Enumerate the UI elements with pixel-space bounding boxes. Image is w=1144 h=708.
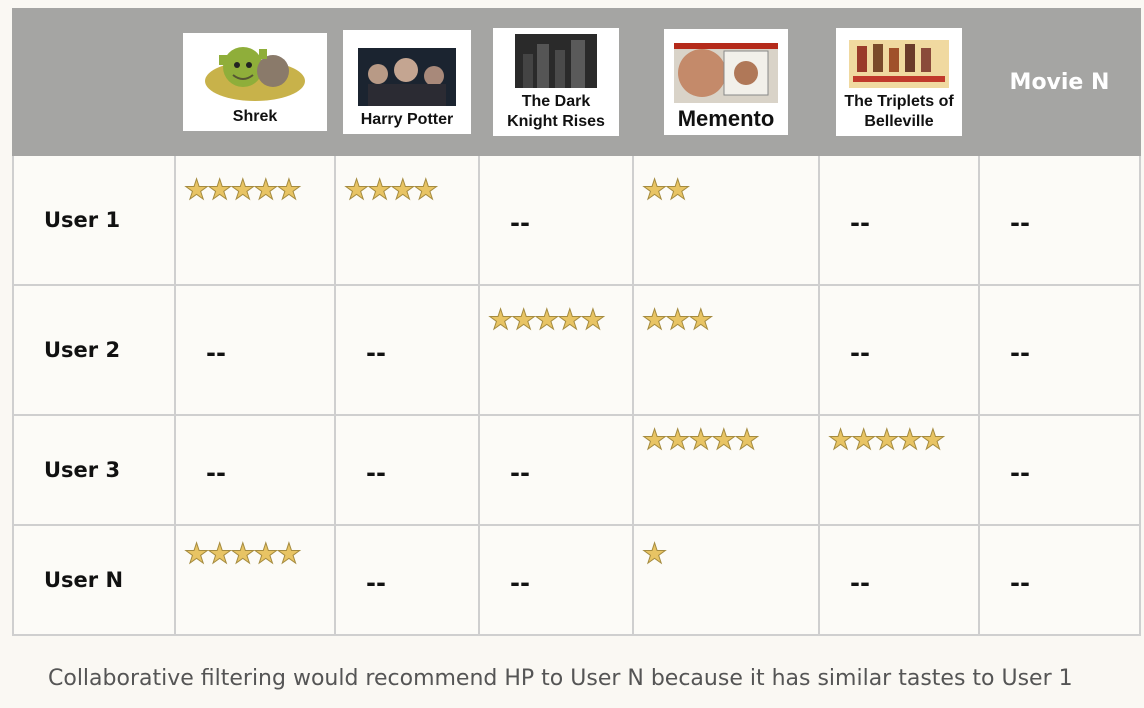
no-rating: -- [1010,339,1030,367]
rating-cell: ★★★★★ [478,284,634,416]
movie-title: The Dark Knight Rises [507,93,605,130]
memento-poster: Memento [664,29,788,135]
movie-title: Memento [677,106,775,131]
rating-cell: ★★★★★ [632,414,820,526]
no-rating: -- [1010,569,1030,597]
no-rating: -- [366,569,386,597]
ratings-matrix: Shrek Harry Potter The Dark Knight Rises… [12,8,1141,636]
no-rating: -- [366,459,386,487]
user-label: User 3 [44,458,121,482]
rating-cell: -- [818,154,980,286]
star-rating-icon: ★★★★★ [642,423,761,456]
shrek-poster: Shrek [183,33,327,131]
no-rating: -- [206,459,226,487]
rating-cell: ★★★★ [334,154,480,286]
no-rating: -- [1010,459,1030,487]
user-cell: User 2 [12,284,176,416]
rating-cell: -- [818,524,980,636]
triplets-poster-icon [849,40,949,88]
rating-cell: -- [818,284,980,416]
no-rating: -- [850,569,870,597]
rating-cell: -- [978,414,1141,526]
movie-header-shrek: Shrek [174,8,336,156]
caption-text: Collaborative filtering would recommend … [48,666,1073,691]
rating-cell: ★ [632,524,820,636]
rating-cell: -- [478,414,634,526]
no-rating: -- [206,339,226,367]
user-cell: User 1 [12,154,176,286]
movie-title: Movie N [1009,69,1110,95]
star-rating-icon: ★★★ [641,303,713,336]
rating-cell: ★★★★★ [174,524,336,636]
star-rating-icon: ★★ [641,173,690,206]
user-label: User 2 [44,338,121,362]
corner-cell [12,8,176,156]
movie-header-harry-potter: Harry Potter [334,8,480,156]
rating-cell: -- [978,284,1141,416]
no-rating: -- [510,209,530,237]
triplets-poster: The Triplets of Belleville [836,28,962,136]
rating-cell: -- [978,154,1141,286]
memento-poster-icon [674,43,778,103]
rating-cell: -- [478,154,634,286]
user-row: User 2 -- -- ★★★★★ ★★★ -- -- [12,284,1141,416]
movie-header-triplets: The Triplets of Belleville [818,8,980,156]
user-cell: User N [12,524,176,636]
star-rating-icon: ★★★★★ [828,423,947,456]
user-label: User N [44,568,124,592]
rating-cell: -- [174,414,336,526]
rating-cell: ★★★★★ [174,154,336,286]
rating-cell: -- [174,284,336,416]
star-rating-icon: ★★★★★ [184,537,303,570]
rating-cell: -- [978,524,1141,636]
no-rating: -- [1010,209,1030,237]
movie-header-dark-knight: The Dark Knight Rises [478,8,634,156]
star-rating-icon: ★ [641,537,667,570]
user-row: User N ★★★★★ -- -- ★ -- -- [12,524,1141,636]
rating-cell: -- [334,414,480,526]
harry-potter-poster-icon [358,48,456,106]
star-rating-icon: ★★★★★ [184,173,303,206]
user-row: User 3 -- -- -- ★★★★★ ★★★★★ -- [12,414,1141,526]
no-rating: -- [850,209,870,237]
movie-header-memento: Memento [632,8,820,156]
rating-cell: ★★ [632,154,820,286]
no-rating: -- [510,459,530,487]
user-row: User 1 ★★★★★ ★★★★ -- ★★ -- -- [12,154,1141,286]
movie-title: Harry Potter [360,111,454,128]
no-rating: -- [510,569,530,597]
movie-header-movie-n: Movie N [978,8,1141,156]
user-cell: User 3 [12,414,176,526]
user-label: User 1 [44,208,121,232]
no-rating: -- [850,339,870,367]
harry-potter-poster: Harry Potter [343,30,471,134]
shrek-poster-icon [205,47,305,101]
rating-cell: -- [334,284,480,416]
rating-cell: -- [478,524,634,636]
dark-knight-poster-icon [515,34,597,88]
star-rating-icon: ★★★★★ [488,303,607,336]
header-row: Shrek Harry Potter The Dark Knight Rises… [12,8,1141,156]
rating-cell: -- [334,524,480,636]
rating-cell: ★★★★★ [818,414,980,526]
movie-title: The Triplets of Belleville [844,93,954,130]
rating-cell: ★★★ [632,284,820,416]
star-rating-icon: ★★★★ [343,173,438,206]
movie-title: Shrek [232,108,278,125]
no-rating: -- [366,339,386,367]
dark-knight-poster: The Dark Knight Rises [493,28,619,136]
